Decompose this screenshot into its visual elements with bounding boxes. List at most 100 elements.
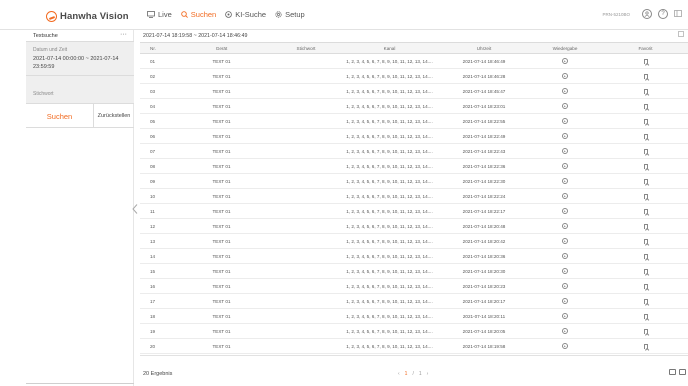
column-header-playback[interactable]: Wiedergabe: [527, 43, 603, 54]
layout-icon[interactable]: [678, 31, 684, 39]
column-header-channel[interactable]: Kanal: [338, 43, 441, 54]
nav-search[interactable]: Suchen: [181, 10, 216, 19]
play-icon[interactable]: ▸: [562, 328, 568, 334]
play-icon[interactable]: ▸: [562, 238, 568, 244]
column-header-time[interactable]: Uhrzeit: [441, 43, 527, 54]
header-tools: PRN-5210BO ?: [602, 9, 682, 19]
bookmark-icon[interactable]: [643, 313, 648, 319]
row-nr: 19: [150, 328, 156, 334]
bookmark-icon[interactable]: [643, 163, 648, 169]
play-icon[interactable]: ▸: [562, 163, 568, 169]
table-row[interactable]: 03 TEXT 01 1, 2, 3, 4, 5, 6, 7, 8, 9, 10, …: [140, 84, 688, 99]
keyword-field[interactable]: Stichwort: [33, 91, 54, 97]
export-icon[interactable]: [669, 369, 676, 375]
nav-ai-search[interactable]: KI-Suche: [225, 10, 266, 19]
row-time: 2021-07-14 18:45:47: [462, 88, 506, 94]
play-icon[interactable]: ▸: [562, 133, 568, 139]
bookmark-icon[interactable]: [643, 208, 648, 214]
row-channel: 1, 2, 3, 4, 5, 6, 7, 8, 9, 10, 11, 12, 1…: [346, 223, 433, 229]
table-row[interactable]: 18 TEXT 01 1, 2, 3, 4, 5, 6, 7, 8, 9, 10, …: [140, 309, 688, 324]
bookmark-icon[interactable]: [643, 253, 648, 259]
play-icon[interactable]: ▸: [562, 208, 568, 214]
play-icon[interactable]: ▸: [562, 58, 568, 64]
play-icon[interactable]: ▸: [562, 268, 568, 274]
table-row[interactable]: 05 TEXT 01 1, 2, 3, 4, 5, 6, 7, 8, 9, 10, …: [140, 114, 688, 129]
table-row[interactable]: 20 TEXT 01 1, 2, 3, 4, 5, 6, 7, 8, 9, 10, …: [140, 339, 688, 354]
search-button[interactable]: Suchen: [26, 104, 94, 128]
nav-search-label: Suchen: [190, 10, 217, 19]
row-favorite: [603, 324, 688, 339]
collapse-panel-icon[interactable]: [132, 204, 138, 217]
column-header-nr[interactable]: Nr.: [140, 43, 169, 54]
bookmark-icon[interactable]: [643, 343, 648, 349]
expand-icon[interactable]: [674, 9, 682, 19]
bookmark-icon[interactable]: [643, 133, 648, 139]
bookmark-icon[interactable]: [643, 58, 648, 64]
play-icon[interactable]: ▸: [562, 88, 568, 94]
print-icon[interactable]: [679, 369, 686, 375]
table-row[interactable]: 07 TEXT 01 1, 2, 3, 4, 5, 6, 7, 8, 9, 10, …: [140, 144, 688, 159]
bookmark-icon[interactable]: [643, 193, 648, 199]
table-row[interactable]: 14 TEXT 01 1, 2, 3, 4, 5, 6, 7, 8, 9, 10, …: [140, 249, 688, 264]
bookmark-icon[interactable]: [643, 73, 648, 79]
table-row[interactable]: 15 TEXT 01 1, 2, 3, 4, 5, 6, 7, 8, 9, 10, …: [140, 264, 688, 279]
row-playback: ▸: [527, 159, 603, 174]
bookmark-icon[interactable]: [643, 223, 648, 229]
table-row[interactable]: 12 TEXT 01 1, 2, 3, 4, 5, 6, 7, 8, 9, 10, …: [140, 219, 688, 234]
play-icon[interactable]: ▸: [562, 193, 568, 199]
table-row[interactable]: 19 TEXT 01 1, 2, 3, 4, 5, 6, 7, 8, 9, 10, …: [140, 324, 688, 339]
column-header-keyword[interactable]: Stichwort: [274, 43, 338, 54]
play-icon[interactable]: ▸: [562, 118, 568, 124]
table-row[interactable]: 11 TEXT 01 1, 2, 3, 4, 5, 6, 7, 8, 9, 10, …: [140, 204, 688, 219]
row-time: 2021-07-14 18:20:17: [462, 298, 506, 304]
table-row[interactable]: 08 TEXT 01 1, 2, 3, 4, 5, 6, 7, 8, 9, 10, …: [140, 159, 688, 174]
play-icon[interactable]: ▸: [562, 73, 568, 79]
play-icon[interactable]: ▸: [562, 103, 568, 109]
table-row[interactable]: 17 TEXT 01 1, 2, 3, 4, 5, 6, 7, 8, 9, 10, …: [140, 294, 688, 309]
more-options-icon[interactable]: ···: [120, 31, 127, 38]
bookmark-icon[interactable]: [643, 148, 648, 154]
gear-icon: [275, 11, 282, 18]
play-icon[interactable]: ▸: [562, 343, 568, 349]
table-row[interactable]: 16 TEXT 01 1, 2, 3, 4, 5, 6, 7, 8, 9, 10, …: [140, 279, 688, 294]
play-icon[interactable]: ▸: [562, 253, 568, 259]
date-time-field[interactable]: 2021-07-14 00:00:00 ~ 2021-07-14 23:59:5…: [33, 55, 129, 71]
play-icon[interactable]: ▸: [562, 223, 568, 229]
nav-live[interactable]: Live: [147, 10, 172, 19]
logo[interactable]: Hanwha Vision: [46, 9, 129, 23]
nav-setup[interactable]: Setup: [275, 10, 305, 19]
column-header-favorite[interactable]: Favorit: [603, 43, 688, 54]
row-keyword: [274, 294, 338, 309]
column-header-device[interactable]: Gerät: [169, 43, 274, 54]
bookmark-icon[interactable]: [643, 178, 648, 184]
reset-button[interactable]: Zurückstellen: [94, 104, 134, 128]
play-icon[interactable]: ▸: [562, 313, 568, 319]
table-row[interactable]: 01 TEXT 01 1, 2, 3, 4, 5, 6, 7, 8, 9, 10, …: [140, 54, 688, 69]
bookmark-icon[interactable]: [643, 103, 648, 109]
table-row[interactable]: 02 TEXT 01 1, 2, 3, 4, 5, 6, 7, 8, 9, 10, …: [140, 69, 688, 84]
table-row[interactable]: 13 TEXT 01 1, 2, 3, 4, 5, 6, 7, 8, 9, 10, …: [140, 234, 688, 249]
next-page-button[interactable]: ›: [427, 371, 429, 377]
table-row[interactable]: 06 TEXT 01 1, 2, 3, 4, 5, 6, 7, 8, 9, 10, …: [140, 129, 688, 144]
bookmark-icon[interactable]: [643, 88, 648, 94]
bookmark-icon[interactable]: [643, 328, 648, 334]
play-icon[interactable]: ▸: [562, 298, 568, 304]
table-row[interactable]: 04 TEXT 01 1, 2, 3, 4, 5, 6, 7, 8, 9, 10, …: [140, 99, 688, 114]
prev-page-button[interactable]: ‹: [398, 371, 400, 377]
row-device: TEXT 01: [212, 148, 231, 154]
help-icon[interactable]: ?: [658, 9, 668, 19]
bookmark-icon[interactable]: [643, 283, 648, 289]
play-icon[interactable]: ▸: [562, 148, 568, 154]
play-icon[interactable]: ▸: [562, 178, 568, 184]
row-time: 2021-07-14 18:20:23: [462, 283, 506, 289]
bookmark-icon[interactable]: [643, 268, 648, 274]
row-playback: ▸: [527, 309, 603, 324]
table-row[interactable]: 09 TEXT 01 1, 2, 3, 4, 5, 6, 7, 8, 9, 10, …: [140, 174, 688, 189]
bookmark-icon[interactable]: [643, 298, 648, 304]
user-icon[interactable]: [642, 9, 652, 19]
play-icon[interactable]: ▸: [562, 283, 568, 289]
table-row[interactable]: 10 TEXT 01 1, 2, 3, 4, 5, 6, 7, 8, 9, 10, …: [140, 189, 688, 204]
bookmark-icon[interactable]: [643, 118, 648, 124]
results-table: Nr. Gerät Stichwort Kanal Uhrzeit Wieder…: [140, 42, 688, 354]
bookmark-icon[interactable]: [643, 238, 648, 244]
